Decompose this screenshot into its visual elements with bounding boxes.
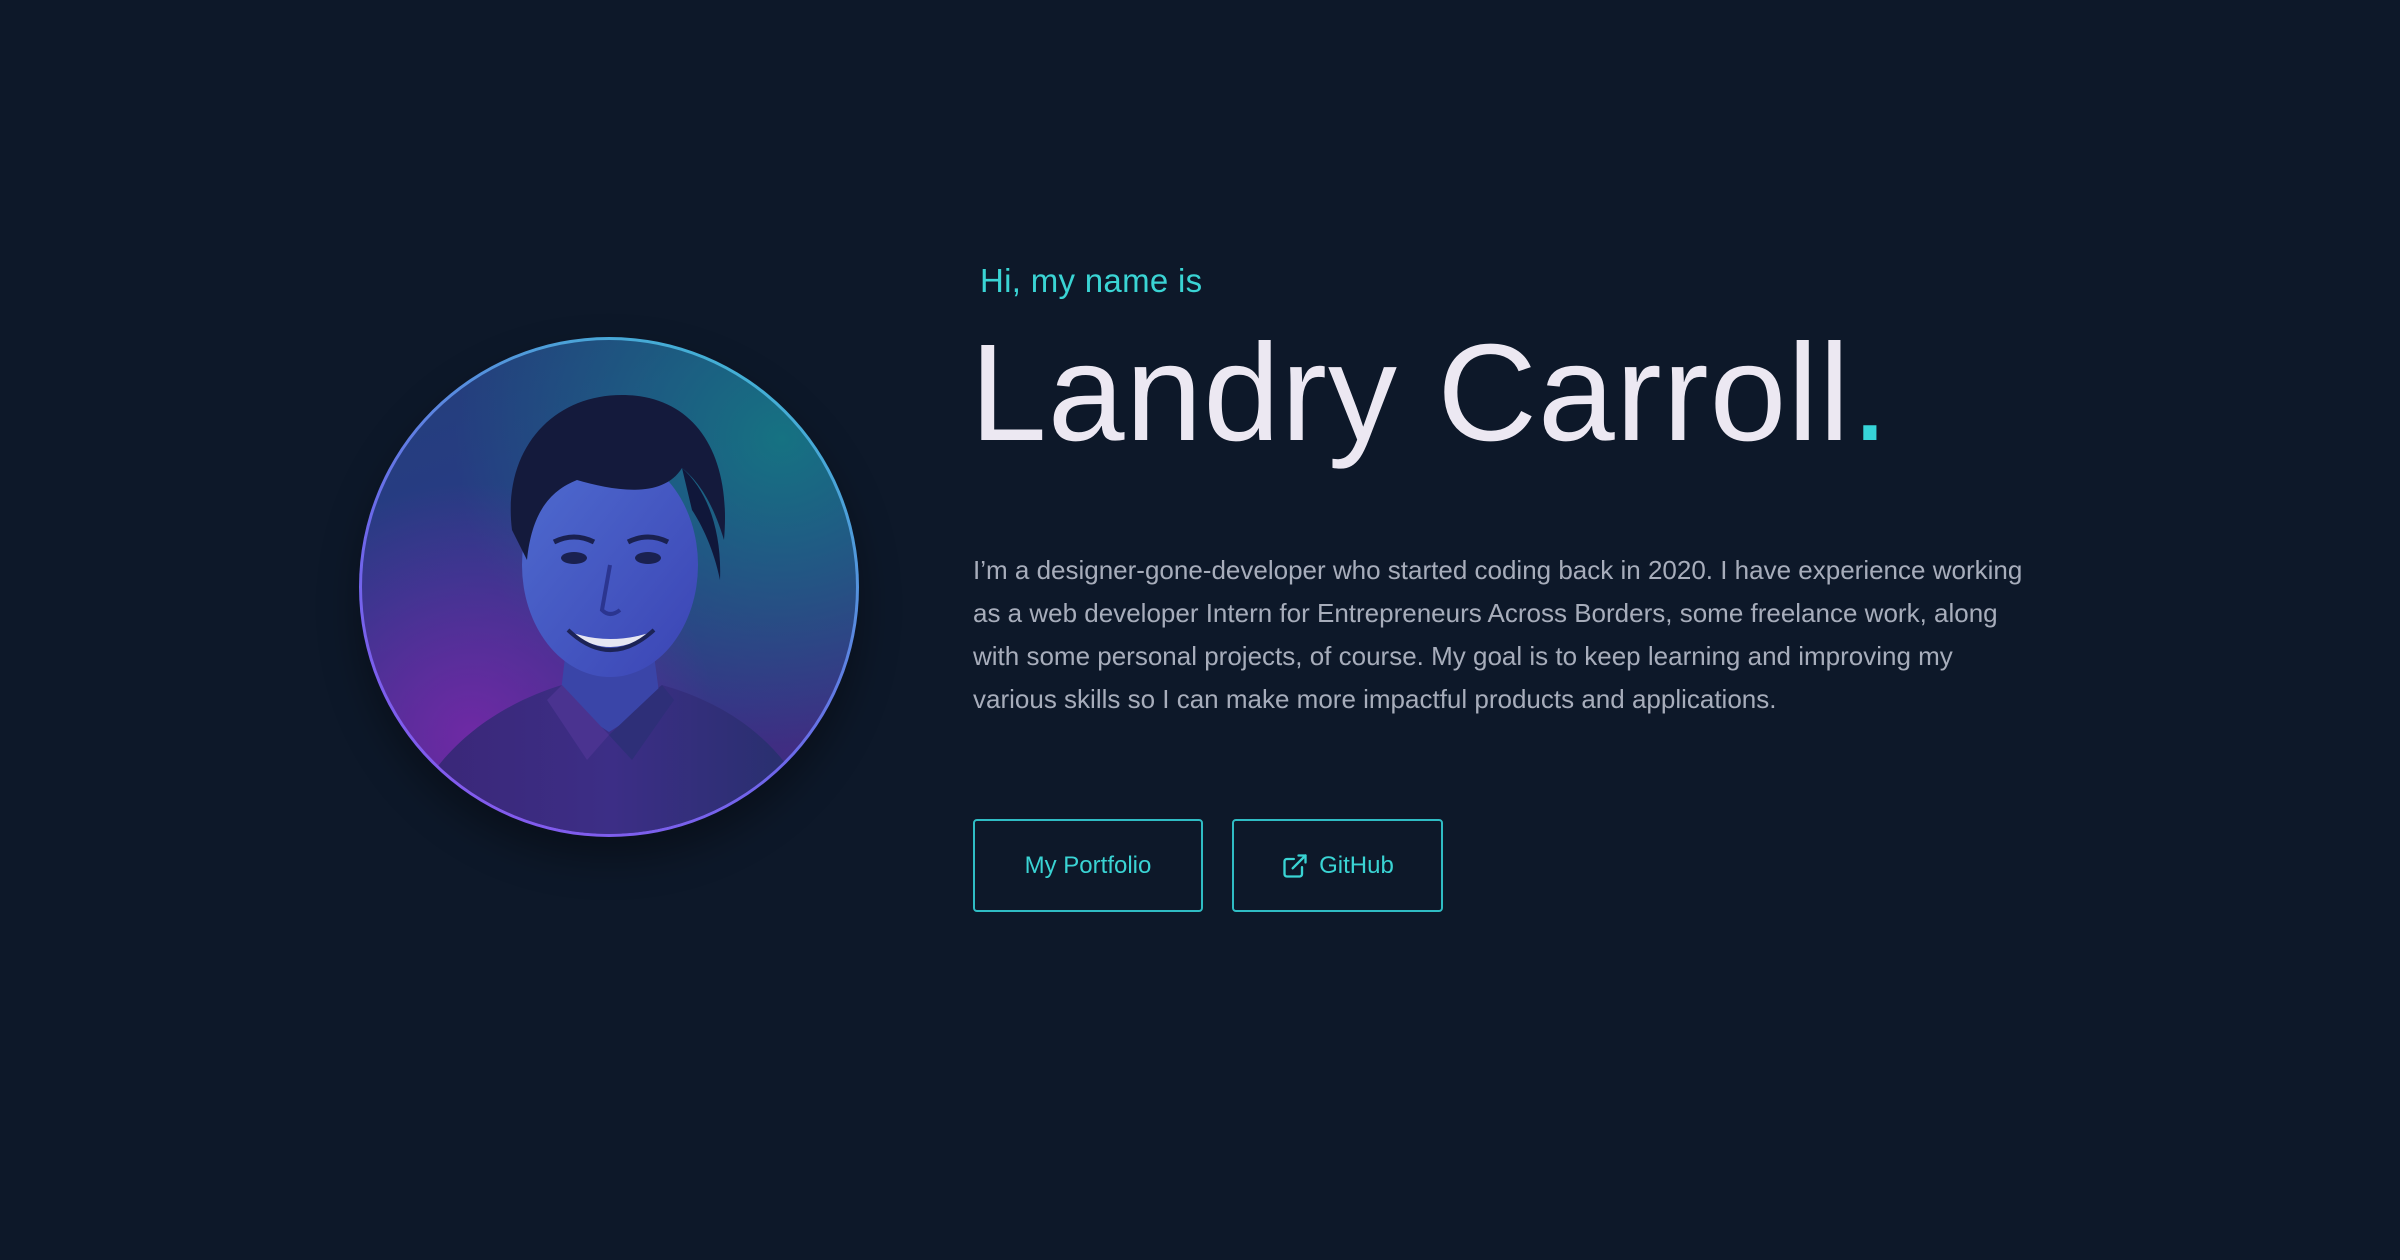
github-button-label: GitHub xyxy=(1319,851,1394,879)
avatar xyxy=(362,340,856,834)
profile-photo-icon xyxy=(402,395,822,834)
bio-paragraph: I’m a designer-gone-developer who starte… xyxy=(973,555,2023,714)
avatar-frame xyxy=(359,337,859,837)
hero-section: Hi, my name is Landry Carroll. I’m a des… xyxy=(0,0,2400,1260)
greeting-text: Hi, my name is xyxy=(980,262,1203,299)
portfolio-button-label: My Portfolio xyxy=(1024,851,1152,879)
portfolio-button[interactable]: My Portfolio xyxy=(973,819,1203,912)
name-accent-dot: . xyxy=(1850,316,1891,470)
external-link-icon xyxy=(1281,852,1309,880)
page-title: Landry Carroll. xyxy=(970,316,1891,470)
github-button[interactable]: GitHub xyxy=(1232,819,1443,912)
name-text: Landry Carroll xyxy=(970,316,1851,470)
